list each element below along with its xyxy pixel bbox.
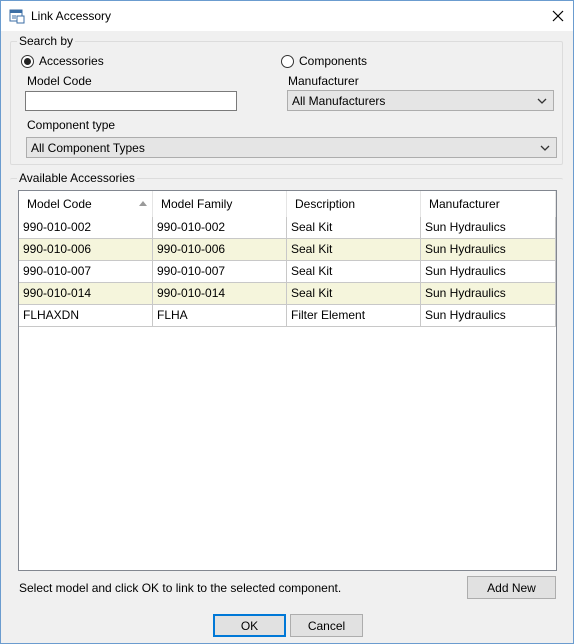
cell-description: Seal Kit	[287, 217, 421, 238]
accessories-radio[interactable]: Accessories	[21, 54, 104, 68]
cell-description: Seal Kit	[287, 239, 421, 260]
cell-description: Seal Kit	[287, 261, 421, 282]
accessories-radio-button[interactable]	[21, 54, 34, 68]
cancel-button[interactable]: Cancel	[290, 614, 363, 637]
cell-description: Seal Kit	[287, 283, 421, 304]
cell-manufacturer: Sun Hydraulics	[421, 239, 556, 260]
components-radio-label: Components	[299, 54, 368, 68]
manufacturer-select-value: All Manufacturers	[292, 93, 386, 108]
cell-manufacturer: Sun Hydraulics	[421, 261, 556, 282]
cell-manufacturer: Sun Hydraulics	[421, 217, 556, 238]
component-type-label: Component type	[27, 118, 116, 132]
app-window-icon	[9, 8, 25, 24]
accessories-radio-label: Accessories	[39, 54, 104, 68]
cell-description: Filter Element	[287, 305, 421, 326]
chevron-down-icon	[537, 98, 547, 104]
table-row[interactable]: 990-010-002 990-010-002 Seal Kit Sun Hyd…	[19, 217, 556, 239]
search-by-label: Search by	[17, 34, 76, 48]
instruction-text: Select model and click OK to link to the…	[19, 581, 342, 595]
cell-model-code: FLHAXDN	[19, 305, 153, 326]
cell-manufacturer: Sun Hydraulics	[421, 305, 556, 326]
table-header: Model Code Model Family Description Manu…	[19, 191, 556, 217]
window-title: Link Accessory	[31, 9, 112, 23]
model-code-label: Model Code	[27, 74, 92, 88]
cell-model-family: 990-010-006	[153, 239, 287, 260]
title-bar: Link Accessory	[1, 1, 573, 31]
cell-model-family: FLHA	[153, 305, 287, 326]
column-header-model-family[interactable]: Model Family	[153, 191, 287, 217]
column-header-manufacturer[interactable]: Manufacturer	[421, 191, 556, 217]
model-code-input[interactable]	[25, 91, 237, 111]
available-accessories-label: Available Accessories	[17, 171, 137, 185]
component-type-select-value: All Component Types	[31, 140, 145, 155]
column-header-description[interactable]: Description	[287, 191, 421, 217]
table-row[interactable]: 990-010-014 990-010-014 Seal Kit Sun Hyd…	[19, 283, 556, 305]
add-new-button[interactable]: Add New	[467, 576, 556, 599]
link-accessory-dialog: Link Accessory Search by Accessories Com…	[0, 0, 574, 644]
cell-model-family: 990-010-007	[153, 261, 287, 282]
ok-button[interactable]: OK	[213, 614, 286, 637]
cell-model-code: 990-010-007	[19, 261, 153, 282]
manufacturer-label: Manufacturer	[288, 74, 359, 88]
cell-model-family: 990-010-014	[153, 283, 287, 304]
sort-ascending-icon	[139, 201, 147, 206]
table-row[interactable]: FLHAXDN FLHA Filter Element Sun Hydrauli…	[19, 305, 556, 327]
table-row[interactable]: 990-010-007 990-010-007 Seal Kit Sun Hyd…	[19, 261, 556, 283]
cell-model-family: 990-010-002	[153, 217, 287, 238]
components-radio[interactable]: Components	[281, 54, 367, 68]
cell-model-code: 990-010-014	[19, 283, 153, 304]
accessories-table[interactable]: Model Code Model Family Description Manu…	[18, 190, 557, 571]
chevron-down-icon	[540, 145, 550, 151]
component-type-select[interactable]: All Component Types	[26, 137, 557, 158]
components-radio-button[interactable]	[281, 54, 294, 68]
manufacturer-select[interactable]: All Manufacturers	[287, 90, 554, 111]
cell-model-code: 990-010-002	[19, 217, 153, 238]
cell-manufacturer: Sun Hydraulics	[421, 283, 556, 304]
close-button[interactable]	[543, 1, 573, 31]
close-icon	[552, 10, 564, 22]
column-header-model-code[interactable]: Model Code	[19, 191, 153, 217]
table-row[interactable]: 990-010-006 990-010-006 Seal Kit Sun Hyd…	[19, 239, 556, 261]
cell-model-code: 990-010-006	[19, 239, 153, 260]
